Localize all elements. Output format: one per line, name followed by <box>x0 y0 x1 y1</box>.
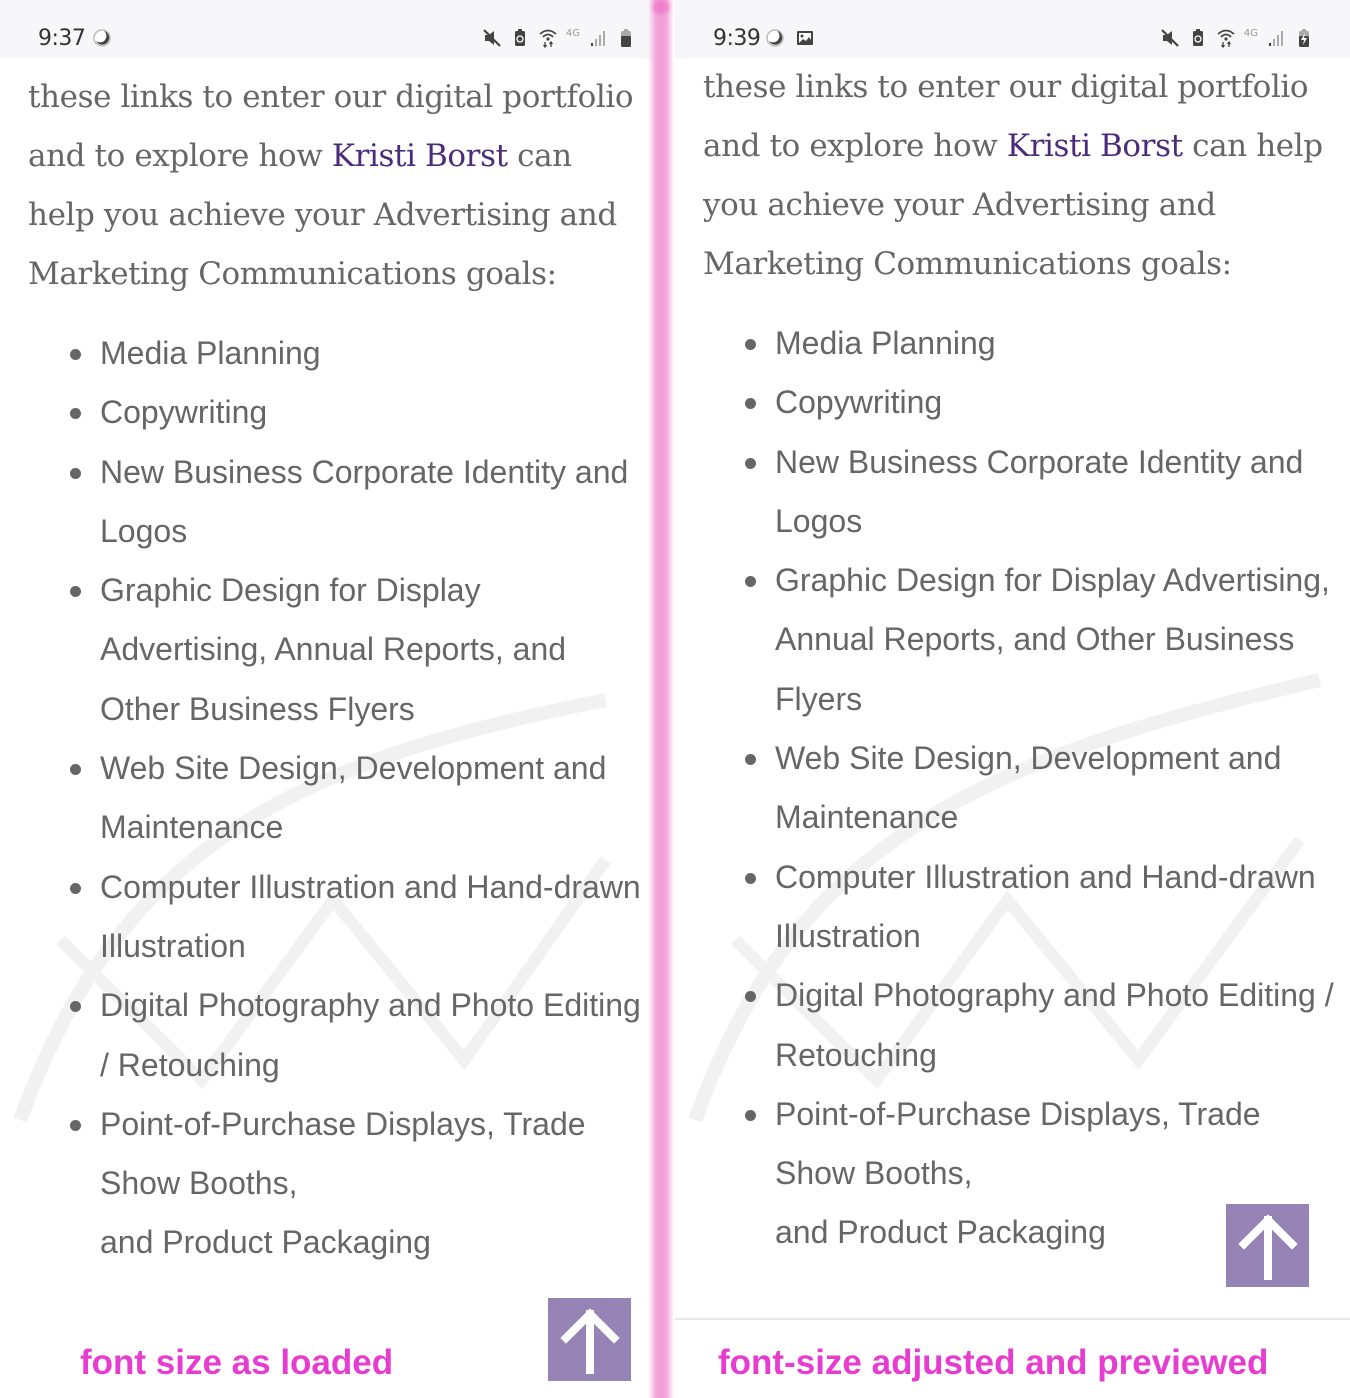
list-item: New Business Corporate Identity and Logo… <box>745 433 1340 552</box>
mute-icon <box>1160 28 1180 48</box>
status-time: 9:37 <box>38 26 86 51</box>
bullet-icon <box>70 1119 81 1131</box>
bullet-icon <box>745 754 756 766</box>
list-item: Digital Photography and Photo Editing / … <box>745 966 1340 1085</box>
wifi-data-icon <box>1216 28 1236 48</box>
pink-divider <box>648 0 674 1398</box>
intro-paragraph: these links to enter our digital portfol… <box>703 58 1340 294</box>
list-item: Web Site Design, Development and Mainten… <box>745 729 1340 848</box>
bullet-icon <box>70 349 81 360</box>
bullet-icon <box>745 872 756 884</box>
bullet-icon <box>70 467 81 479</box>
list-item: Media Planning <box>745 314 1340 373</box>
bullet-icon <box>70 408 81 420</box>
list-item: Graphic Design for Display Advertising, … <box>70 561 646 739</box>
service-label: Media Planning <box>100 335 321 371</box>
mute-icon <box>482 28 502 48</box>
service-label: Web Site Design, Development and Mainten… <box>775 740 1282 836</box>
list-item: Copywriting <box>70 383 646 442</box>
list-item: Digital Photography and Photo Editing / … <box>70 976 646 1095</box>
service-label: Media Planning <box>775 325 996 361</box>
kristi-borst-link[interactable]: Kristi Borst <box>1007 128 1183 164</box>
service-label: New Business Corporate Identity and Logo… <box>100 453 629 549</box>
battery-charging-icon <box>1294 28 1314 48</box>
screenshot-panel-left: 9:37 4G these links to enter our digital… <box>0 0 656 1398</box>
signal-icon <box>1266 28 1286 48</box>
service-label: Graphic Design for Display Advertising, … <box>775 562 1330 717</box>
screenshot-panel-right: 9:39 4G these links to enter our digital… <box>675 0 1350 1398</box>
battery-saver-icon <box>1188 28 1208 48</box>
bullet-icon <box>745 339 756 350</box>
list-item: Media Planning <box>70 324 646 383</box>
bullet-icon <box>70 882 81 894</box>
status-bar: 9:39 4G <box>675 0 1350 58</box>
services-list: Media Planning Copywriting New Business … <box>703 314 1340 1263</box>
bullet-icon <box>70 586 81 598</box>
image-icon <box>795 28 815 48</box>
caption-label: font size as loaded <box>80 1343 394 1382</box>
arrow-up-icon <box>559 1307 620 1374</box>
bullet-icon <box>70 764 81 776</box>
list-item: Graphic Design for Display Advertising, … <box>745 551 1340 729</box>
service-label: Copywriting <box>775 384 943 421</box>
service-label: Point-of-Purchase Displays, Trade Show B… <box>100 1105 586 1261</box>
service-label: Computer Illustration and Hand-drawn Ill… <box>775 858 1316 954</box>
service-label: New Business Corporate Identity and Logo… <box>775 443 1304 539</box>
service-label: Computer Illustration and Hand-drawn Ill… <box>100 868 641 964</box>
moon-icon <box>92 28 112 48</box>
bullet-icon <box>745 457 756 469</box>
battery-icon <box>616 28 636 48</box>
service-label: Web Site Design, Development and Mainten… <box>100 750 607 846</box>
signal-icon <box>588 28 608 48</box>
bullet-icon <box>745 576 756 588</box>
services-list: Media Planning Copywriting New Business … <box>28 324 646 1273</box>
list-item: Web Site Design, Development and Mainten… <box>70 739 646 858</box>
list-item: New Business Corporate Identity and Logo… <box>70 443 646 562</box>
status-time: 9:39 <box>713 26 761 51</box>
arrow-up-icon <box>1237 1213 1298 1280</box>
bullet-icon <box>745 398 756 410</box>
bullet-icon <box>745 991 756 1003</box>
service-label: Point-of-Purchase Displays, Trade Show B… <box>775 1095 1261 1251</box>
service-label: Digital Photography and Photo Editing / … <box>100 987 641 1083</box>
service-label: Graphic Design for Display Advertising, … <box>100 572 567 727</box>
service-label: Digital Photography and Photo Editing / … <box>775 977 1334 1073</box>
lte-indicator: 4G <box>1243 27 1258 39</box>
moon-icon <box>765 28 785 48</box>
caption-label: font-size adjusted and previewed <box>718 1343 1269 1382</box>
list-item: Point-of-Purchase Displays, Trade Show B… <box>70 1095 646 1273</box>
battery-saver-icon <box>510 28 530 48</box>
list-item: Computer Illustration and Hand-drawn Ill… <box>745 848 1340 967</box>
intro-paragraph: these links to enter our digital portfol… <box>28 68 646 304</box>
lte-indicator: 4G <box>565 27 580 39</box>
status-bar: 9:37 4G <box>0 0 656 58</box>
kristi-borst-link[interactable]: Kristi Borst <box>332 138 508 174</box>
scroll-to-top-button[interactable] <box>548 1298 631 1381</box>
wifi-data-icon <box>538 28 558 48</box>
list-item: Copywriting <box>745 373 1340 432</box>
scroll-to-top-button[interactable] <box>1226 1204 1309 1287</box>
page-content: these links to enter our digital portfol… <box>28 68 646 1273</box>
service-label: Copywriting <box>100 394 268 431</box>
page-content: these links to enter our digital portfol… <box>703 58 1340 1263</box>
bullet-icon <box>745 1109 756 1121</box>
list-item: Computer Illustration and Hand-drawn Ill… <box>70 858 646 977</box>
bullet-icon <box>70 1001 81 1013</box>
